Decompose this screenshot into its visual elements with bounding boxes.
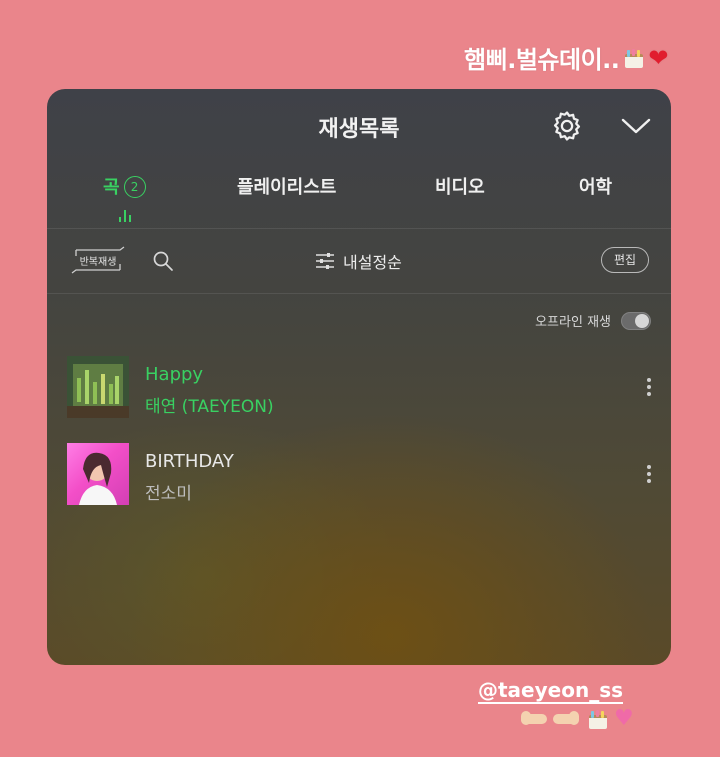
more-icon[interactable] xyxy=(641,376,657,400)
sort-label: 내설정순 xyxy=(343,253,402,272)
story-caption: 햄삐.벌슈데이.. ❤ xyxy=(464,40,668,75)
song-row[interactable]: BIRTHDAY 전소미 xyxy=(67,443,657,507)
song-artist: 전소미 xyxy=(145,484,192,504)
album-art xyxy=(67,356,129,418)
mention-tag[interactable]: @taeyeon_ss xyxy=(478,678,624,704)
story-caption-text: 햄삐.벌슈데이.. xyxy=(464,46,620,74)
sort-button[interactable]: 내설정순 xyxy=(315,249,402,273)
song-count-badge: 2 xyxy=(123,176,146,198)
tab-songs[interactable]: 곡2 xyxy=(103,173,146,199)
tab-video[interactable]: 비디오 xyxy=(435,173,485,199)
repeat-button[interactable]: 반복재생 xyxy=(68,244,128,276)
song-artist: 태연 (TAEYEON) xyxy=(145,397,274,417)
playlist-panel: 재생목록 곡2 플레이리스트 비디오 어학 반복재생 내설정순 편집 오프라인 … xyxy=(47,89,671,665)
pointing-right-emoji-icon xyxy=(521,710,547,725)
equalizer-icon xyxy=(117,208,135,222)
repeat-label: 반복재생 xyxy=(79,257,117,268)
cake-emoji-icon xyxy=(624,48,644,68)
tab-language[interactable]: 어학 xyxy=(579,173,612,199)
divider xyxy=(47,293,671,294)
heart-emoji-icon: ❤ xyxy=(648,43,668,72)
chevron-down-icon[interactable] xyxy=(619,111,653,141)
search-icon[interactable] xyxy=(151,249,175,273)
edit-button[interactable]: 편집 xyxy=(601,247,649,273)
offline-play-setting: 오프라인 재생 xyxy=(535,311,651,330)
pointing-left-emoji-icon xyxy=(553,710,579,725)
emoji-row: ♥ xyxy=(521,706,634,731)
album-art xyxy=(67,443,129,505)
cake-emoji-icon xyxy=(588,709,608,729)
tab-playlist[interactable]: 플레이리스트 xyxy=(237,173,336,199)
hearts-emoji-icon: ♥ xyxy=(614,706,634,731)
song-row[interactable]: Happy 태연 (TAEYEON) xyxy=(67,356,657,420)
song-title: BIRTHDAY xyxy=(145,451,234,472)
song-title: Happy xyxy=(145,364,204,385)
tab-songs-label: 곡 xyxy=(103,177,120,198)
offline-play-toggle[interactable] xyxy=(621,311,651,330)
more-icon[interactable] xyxy=(641,463,657,487)
divider xyxy=(47,228,671,229)
sort-icon xyxy=(316,253,334,269)
offline-play-label: 오프라인 재생 xyxy=(535,315,611,330)
gear-icon[interactable] xyxy=(550,109,584,143)
tab-bar: 곡2 플레이리스트 비디오 어학 xyxy=(47,173,671,213)
